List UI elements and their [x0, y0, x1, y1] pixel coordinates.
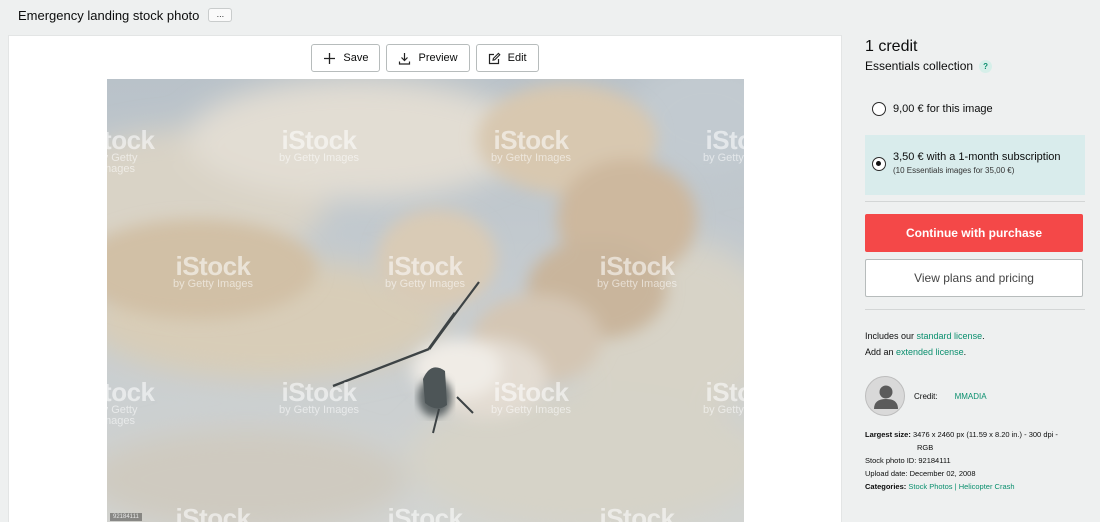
extended-license-link[interactable]: extended license — [896, 347, 964, 357]
largest-size-cont: RGB — [917, 443, 934, 452]
category-link-helicopter-crash[interactable]: Helicopter Crash — [959, 482, 1015, 491]
contributor-credit: Credit: MMADIA — [865, 376, 1085, 416]
edit-button[interactable]: Edit — [475, 44, 539, 72]
divider — [865, 309, 1085, 310]
image-toolbar: Save Preview Edit — [9, 44, 841, 72]
license-includes: Includes our standard license. — [865, 331, 985, 341]
divider — [865, 201, 1085, 202]
option-single-label: 9,00 € for this image — [893, 103, 993, 115]
plus-icon — [323, 52, 336, 65]
license-add: Add an extended license. — [865, 347, 967, 357]
edit-label: Edit — [507, 52, 527, 64]
largest-size: Largest size: 3476 x 2460 px (11.59 x 8.… — [865, 430, 1058, 439]
image-preview-panel: Save Preview Edit ock Getty ages iStock … — [8, 35, 842, 522]
collection-name: Essentials collection — [865, 59, 974, 73]
stock-photo[interactable]: iStockby Getty Images iStockby Getty Ima… — [107, 79, 744, 522]
save-label: Save — [343, 52, 369, 64]
option-subscription-note: (10 Essentials images for 35,00 €) — [893, 166, 1015, 175]
preview-label: Preview — [418, 52, 458, 64]
preview-button[interactable]: Preview — [386, 44, 470, 72]
download-icon — [398, 52, 411, 65]
more-options-button[interactable]: ... — [208, 8, 233, 22]
page-title: Emergency landing stock photo — [18, 7, 200, 23]
categories: Categories: Stock Photos | Helicopter Cr… — [865, 482, 1015, 491]
license-info: Includes our standard license. Add an ex… — [865, 328, 1085, 360]
help-icon[interactable]: ? — [979, 59, 993, 73]
helicopter-scene — [107, 79, 744, 522]
continue-purchase-button[interactable]: Continue with purchase — [865, 214, 1083, 252]
title-bar: Emergency landing stock photo ... — [18, 6, 233, 24]
edit-icon — [488, 52, 501, 65]
credit-price: 1 credit — [865, 38, 918, 55]
stock-photo-id: Stock photo ID: 92184111 — [865, 456, 951, 465]
radio-subscription[interactable] — [872, 157, 886, 171]
standard-license-link[interactable]: standard license — [917, 331, 983, 341]
save-button[interactable]: Save — [311, 44, 381, 72]
credit-label: Credit: — [914, 391, 938, 401]
upload-date: Upload date: December 02, 2008 — [865, 469, 976, 478]
image-details: Largest size: 3476 x 2460 px (11.59 x 8.… — [865, 428, 1085, 493]
purchase-sidebar: 1 credit Essentials collection ? 9,00 € … — [865, 38, 1085, 493]
category-link-stock-photos[interactable]: Stock Photos — [908, 482, 952, 491]
photo-id-overlay: 92184111 — [110, 513, 142, 521]
option-subscription[interactable]: 3,50 € with a 1-month subscription (10 E… — [865, 135, 1085, 195]
collection-label: Essentials collection ? — [865, 59, 1085, 73]
option-single-image[interactable]: 9,00 € for this image — [865, 95, 1085, 123]
avatar-icon[interactable] — [865, 376, 905, 416]
radio-single-image[interactable] — [872, 102, 886, 116]
view-plans-button[interactable]: View plans and pricing — [865, 259, 1083, 297]
contributor-name-link[interactable]: MMADIA — [955, 392, 987, 401]
option-subscription-label: 3,50 € with a 1-month subscription — [893, 151, 1061, 163]
